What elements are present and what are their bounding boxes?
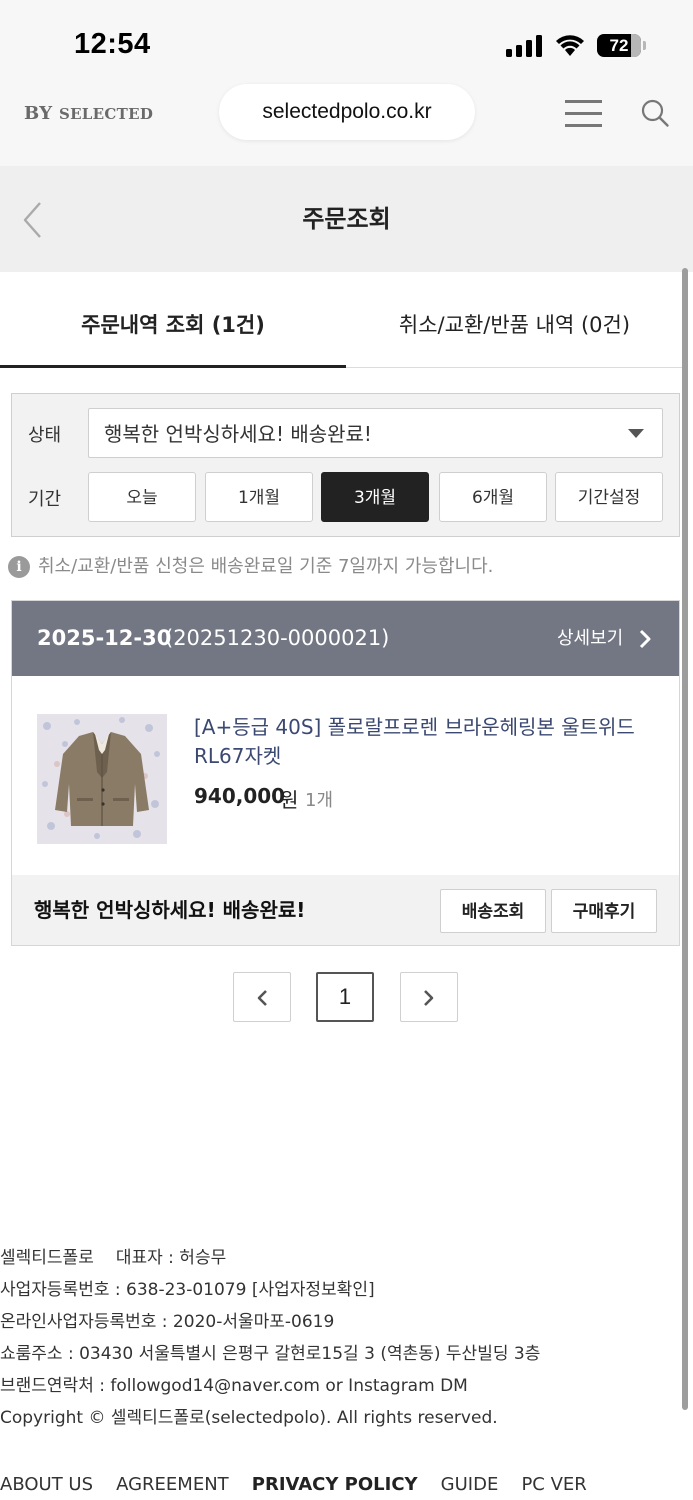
notice-text: 취소/교환/반품 신청은 배송완료일 기준 7일까지 가능합니다. [38, 556, 494, 577]
period-custom-button[interactable]: 기간설정 [555, 472, 663, 522]
period-3month-button[interactable]: 3개월 [321, 472, 429, 522]
chevron-left-icon [257, 990, 267, 1006]
footer-link-pc-version[interactable]: PC VER [521, 1470, 586, 1500]
period-1month-button[interactable]: 1개월 [205, 472, 313, 522]
footer-company: 셀렉티드폴로 [0, 1248, 94, 1268]
pagination-next-button[interactable] [400, 972, 458, 1022]
search-icon[interactable] [640, 98, 670, 128]
footer-link-about[interactable]: ABOUT US [0, 1470, 93, 1500]
footer-contact: 브랜드연락처 : followgod14@naver.com or Instag… [0, 1376, 468, 1396]
period-6month-button[interactable]: 6개월 [439, 472, 547, 522]
footer-links: ABOUT US AGREEMENT PRIVACY POLICY GUIDE … [0, 1470, 605, 1500]
wifi-icon [556, 35, 584, 56]
footer-copyright: Copyright © 셀렉티드폴로(selectedpolo). All ri… [0, 1408, 498, 1428]
chevron-right-icon [424, 990, 434, 1006]
battery-icon: 72 [597, 34, 641, 57]
status-label: 상태 [28, 425, 62, 446]
footer-business-reg[interactable]: 사업자등록번호 : 638-23-01079 [사업자정보확인] [0, 1274, 693, 1306]
product-name[interactable]: [A+등급 40S] 폴로랄프로렌 브라운헤링본 울트위드 RL67자켓 [194, 713, 654, 771]
status-time: 12:54 [74, 28, 151, 60]
footer-info: 셀렉티드폴로 대표자 : 허승무 사업자등록번호 : 638-23-01079 [… [0, 1242, 693, 1434]
signal-icon [506, 35, 544, 57]
brand-prefix: BY [24, 103, 53, 124]
page-title: 주문조회 [302, 205, 391, 233]
footer-company-line: 셀렉티드폴로 대표자 : 허승무 [0, 1242, 693, 1274]
info-icon: i [8, 556, 30, 578]
write-review-button[interactable]: 구매후기 [551, 889, 657, 933]
order-header[interactable]: 2025-12-30 (20251230-0000021) 상세보기 [12, 601, 679, 676]
brand-logo[interactable]: BY SELECTED [24, 103, 153, 124]
chevron-left-icon[interactable] [20, 200, 48, 240]
footer-address: 쇼룸주소 : 03430 서울특별시 은평구 갈현로15길 3 (역촌동) 두산… [0, 1344, 541, 1364]
footer-online-reg: 온라인사업자등록번호 : 2020-서울마포-0619 [0, 1312, 335, 1332]
pagination-current-page[interactable]: 1 [316, 972, 374, 1022]
battery-cap [643, 41, 646, 50]
order-tabs: 주문내역 조회 (1건) 취소/교환/반품 내역 (0건) [0, 272, 683, 368]
brand-suffix: SELECTED [58, 105, 154, 123]
order-footer: 행복한 언박싱하세요! 배송완료! 배송조회 구매후기 [12, 875, 679, 945]
footer-ceo: 대표자 : 허승무 [115, 1248, 227, 1268]
product-quantity: 1개 [305, 790, 334, 811]
footer-link-guide[interactable]: GUIDE [441, 1470, 499, 1500]
footer-link-privacy[interactable]: PRIVACY POLICY [252, 1470, 418, 1500]
price-unit: 원 [280, 788, 299, 812]
tab-order-history[interactable]: 주문내역 조회 (1건) [0, 272, 346, 368]
status-bar: 12:54 72 [0, 0, 693, 80]
scrollbar[interactable] [682, 268, 688, 1410]
filter-box: 상태 행복한 언박싱하세요! 배송완료! 기간 오늘 1개월 3개월 6개월 기… [11, 393, 680, 537]
order-status: 행복한 언박싱하세요! 배송완료! [34, 898, 306, 922]
status-select-value: 행복한 언박싱하세요! 배송완료! [104, 422, 372, 446]
pagination-prev-button[interactable] [233, 972, 291, 1022]
caret-down-icon [628, 429, 644, 438]
page-header: 주문조회 [0, 166, 693, 272]
order-number: (20251230-0000021) [165, 626, 390, 650]
product-image[interactable] [37, 714, 167, 844]
detail-link[interactable]: 상세보기 [557, 601, 623, 676]
footer-link-agreement[interactable]: AGREEMENT [116, 1470, 229, 1500]
product-price: 940,000 [194, 784, 286, 808]
period-today-button[interactable]: 오늘 [88, 472, 196, 522]
chevron-right-icon [639, 629, 651, 649]
track-delivery-button[interactable]: 배송조회 [440, 889, 546, 933]
order-date: 2025-12-30 [37, 626, 172, 650]
status-select[interactable]: 행복한 언박싱하세요! 배송완료! [88, 408, 663, 458]
order-card: 2025-12-30 (20251230-0000021) 상세보기 [A+등급… [11, 600, 680, 946]
battery-level: 72 [609, 36, 629, 55]
url-bar[interactable]: selectedpolo.co.kr [219, 84, 475, 140]
menu-icon[interactable] [565, 100, 602, 128]
tab-cancel-exchange-return[interactable]: 취소/교환/반품 내역 (0건) [346, 272, 683, 368]
period-label: 기간 [28, 489, 62, 510]
browser-bar: BY SELECTED selectedpolo.co.kr [0, 80, 693, 166]
